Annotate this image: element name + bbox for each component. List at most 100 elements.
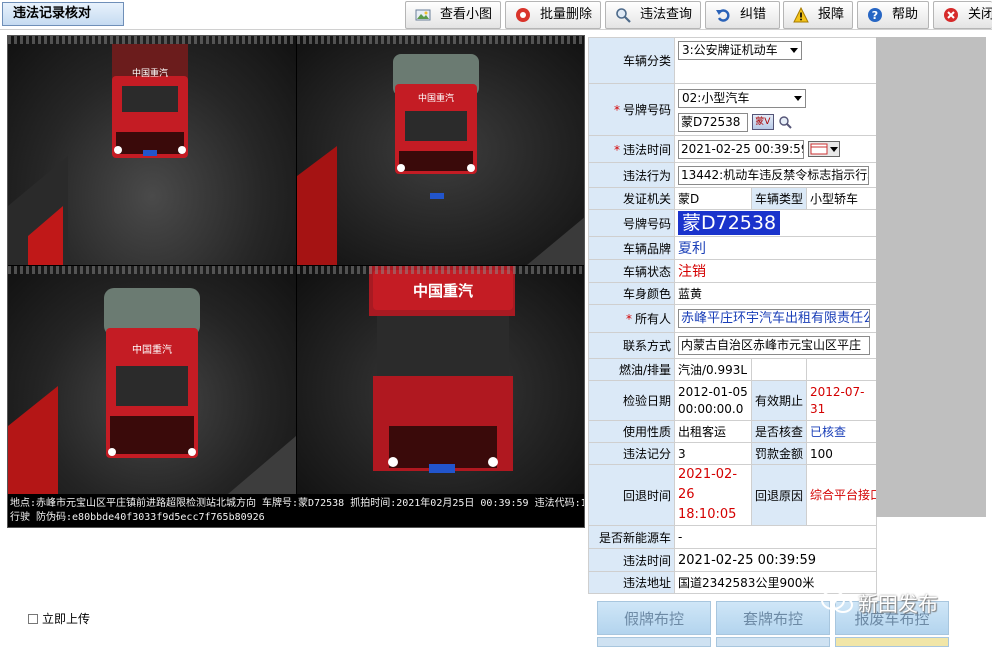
warning-icon <box>793 7 809 23</box>
vehicle-type-value: 小型轿车 <box>805 187 878 210</box>
vehicle-type-label: 车辆类型 <box>751 187 807 210</box>
delete-icon <box>516 8 530 22</box>
owner-label: * 所有人 <box>588 304 675 333</box>
calendar-icon <box>810 143 838 155</box>
checked-label: 是否核查 <box>751 420 807 443</box>
photo-cell-4: 中国重汽 <box>297 266 584 494</box>
svg-text:?: ? <box>872 9 878 22</box>
immediate-upload[interactable]: 立即上传 <box>28 610 90 627</box>
owner-input[interactable]: 赤峰平庄环宇汽车出租有限责任公司 <box>678 309 870 328</box>
help-label: 帮助 <box>892 7 919 22</box>
issuing-authority-value: 蒙D <box>674 187 752 210</box>
calendar-button[interactable] <box>807 141 840 157</box>
magnifier-icon[interactable] <box>778 115 792 129</box>
truck-image-1: 中国重汽 <box>8 44 188 265</box>
vehicle-category-label: 车辆分类 <box>588 37 675 84</box>
wechat-icon <box>821 590 853 613</box>
usage-value: 出租客运 <box>674 420 752 443</box>
rollback-time-value: 2021-02- 26 18:10:05 <box>674 464 752 526</box>
close-button[interactable]: 关闭 <box>933 1 992 29</box>
contact-input[interactable]: 内蒙古自治区赤峰市元宝山区平庄 <box>678 336 870 355</box>
svg-text:中国重汽: 中国重汽 <box>132 67 168 79</box>
violation-time2-value: 2021-02-25 00:39:59 <box>673 548 878 572</box>
points-value: 3 <box>674 442 752 465</box>
photo-caption-line-2: 行驶 防伪码:e80bbde40f3033f9d5ecc7f765b80926 <box>10 512 265 523</box>
body-color-value: 蓝黄 <box>673 282 878 305</box>
fuel-label: 燃油/排量 <box>588 358 675 381</box>
violation-address-label: 违法地址 <box>588 571 675 594</box>
valid-until-label: 有效期止 <box>751 380 807 421</box>
image-icon <box>415 9 431 21</box>
vehicle-category-select[interactable]: 3:公安牌证机动车 <box>678 41 802 60</box>
watermark: 新田发布 <box>820 588 938 617</box>
cloned-plate-control-button[interactable]: 套牌布控 <box>716 601 830 635</box>
fake-plate-control-button[interactable]: 假牌布控 <box>597 601 711 635</box>
violation-query-label: 违法查询 <box>640 7 693 22</box>
undo-icon <box>716 9 730 22</box>
contact-label: 联系方式 <box>588 332 675 359</box>
truck-image-2: 中国重汽 <box>297 54 584 265</box>
upload-label: 立即上传 <box>42 612 91 626</box>
vehicle-category-value: 3:公安牌证机动车 <box>682 43 778 57</box>
svg-text:中国重汽: 中国重汽 <box>132 343 172 356</box>
violation-query-button[interactable]: 违法查询 <box>605 1 701 29</box>
valid-until-value: 2012-07- 31 <box>805 380 878 421</box>
issuing-authority-label: 发证机关 <box>588 187 675 210</box>
svg-text:中国重汽: 中国重汽 <box>413 282 473 300</box>
plate-number-input[interactable]: 蒙D72538 <box>678 112 748 132</box>
svg-text:中国重汽: 中国重汽 <box>418 92 454 104</box>
report-fault-button[interactable]: 报障 <box>783 1 853 29</box>
new-energy-label: 是否新能源车 <box>588 525 675 549</box>
plate-display-label: 号牌号码 <box>588 209 675 237</box>
new-energy-value: - <box>673 525 878 549</box>
help-button[interactable]: ? 帮助 <box>857 1 929 29</box>
rollback-time-label: 回退时间 <box>588 464 675 526</box>
plate-number-label: * 号牌号码 <box>588 83 675 136</box>
body-color-label: 车身颜色 <box>588 282 675 305</box>
window-title-tab[interactable]: 违法记录核对 <box>2 2 124 26</box>
violation-time2-label: 违法时间 <box>588 548 675 572</box>
correct-button[interactable]: 纠错 <box>705 1 780 29</box>
capture-photo[interactable]: 中国重汽 中国重汽 中国重汽 中国重汽 地点:赤峰市元宝山区平庄镇前进路超限检测… <box>7 35 585 528</box>
status-label: 车辆状态 <box>588 259 675 283</box>
photo-cell-2: 中国重汽 <box>297 36 584 265</box>
inspection-date-value: 2012-01-05 00:00:00.0 <box>674 380 752 421</box>
brand-label: 车辆品牌 <box>588 236 675 260</box>
view-thumbnail-label: 查看小图 <box>440 7 493 22</box>
view-thumbnail-button[interactable]: 查看小图 <box>405 1 501 29</box>
close-icon <box>944 8 958 22</box>
plate-lookup-button[interactable]: 蒙V <box>751 114 774 130</box>
photo-cell-3: 中国重汽 <box>8 266 296 494</box>
close-label: 关闭 <box>968 7 992 22</box>
photo-cell-1: 中国重汽 <box>8 36 296 265</box>
batch-delete-label: 批量删除 <box>540 7 593 22</box>
report-fault-label: 报障 <box>818 7 845 22</box>
photo-caption-line-1: 地点:赤峰市元宝山区平庄镇前进路超限检测站北城方向 车牌号:蒙D72538 抓拍… <box>10 498 584 509</box>
toolbar: 违法记录核对 查看小图 批量删除 违法查询 纠错 报障 ? 帮助 关闭 <box>0 0 992 30</box>
plate-number-highlight: 蒙D72538 <box>678 211 781 235</box>
chevron-down-icon <box>790 48 798 53</box>
rollback-reason-label: 回退原因 <box>751 464 807 526</box>
fine-value: 100 <box>805 442 878 465</box>
brand-value: 夏利 <box>673 236 878 260</box>
search-icon <box>616 8 631 23</box>
inspection-date-label: 检验日期 <box>588 380 675 421</box>
violation-act-label: 违法行为 <box>588 162 675 188</box>
fine-label: 罚款金额 <box>751 442 807 465</box>
violation-time-input[interactable]: 2021-02-25 00:39:59 <box>678 139 804 159</box>
help-icon: ? <box>868 8 882 22</box>
batch-delete-button[interactable]: 批量删除 <box>505 1 601 29</box>
checked-value: 已核查 <box>805 420 878 443</box>
plate-type-select[interactable]: 02:小型汽车 <box>678 88 806 108</box>
violation-time-label: * 违法时间 <box>588 135 675 163</box>
watermark-text: 新田发布 <box>858 592 938 616</box>
rollback-reason-value: 综合平台接口返回消息：机 <box>805 464 955 526</box>
upload-checkbox[interactable] <box>28 614 38 624</box>
window-title: 违法记录核对 <box>13 6 92 21</box>
points-label: 违法记分 <box>588 442 675 465</box>
usage-label: 使用性质 <box>588 420 675 443</box>
chevron-down-icon <box>794 95 802 101</box>
photo-caption: 地点:赤峰市元宝山区平庄镇前进路超限检测站北城方向 车牌号:蒙D72538 抓拍… <box>8 494 584 527</box>
truck-image-4: 中国重汽 <box>369 266 515 473</box>
violation-act-input[interactable]: 13442:机动车违反禁令标志指示行驶 <box>678 165 869 185</box>
